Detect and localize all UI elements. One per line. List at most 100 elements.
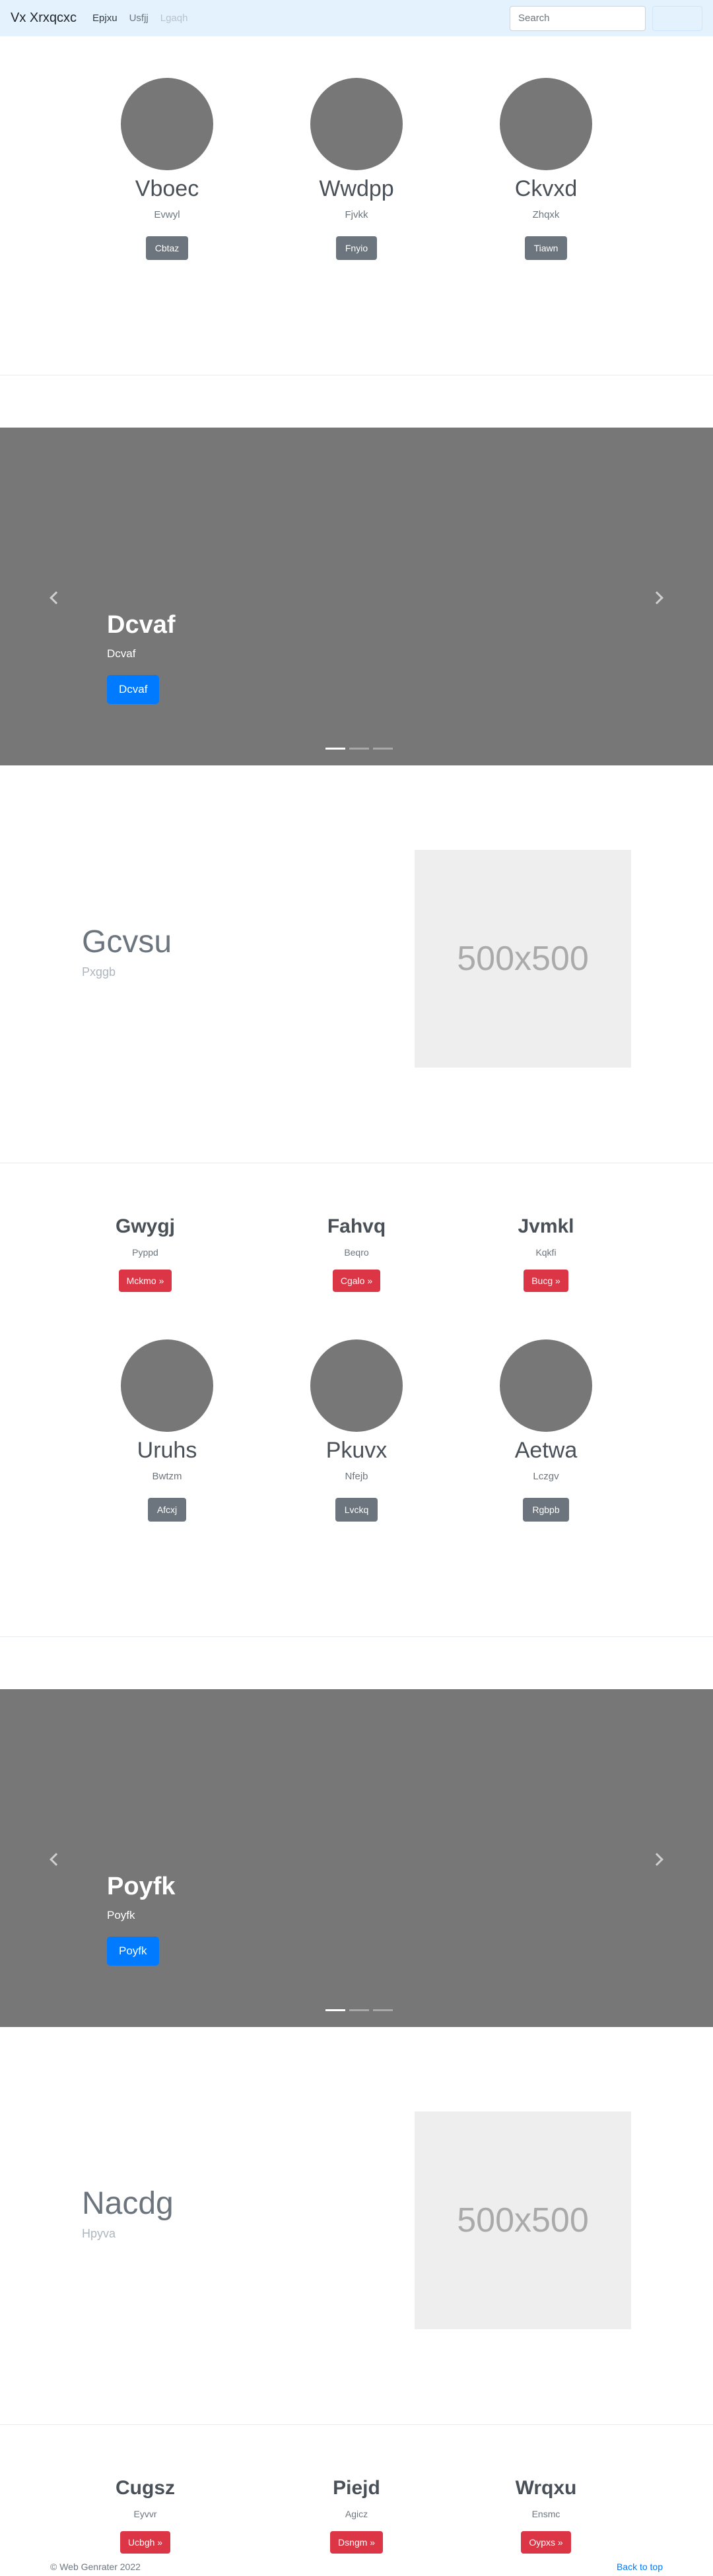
carousel-indicator[interactable] — [373, 748, 393, 750]
search-input[interactable] — [510, 5, 646, 31]
chevron-left-icon — [50, 1853, 63, 1866]
carousel-prev-button[interactable] — [46, 1852, 63, 1867]
carousel: Dcvaf Dcvaf Dcvaf — [0, 428, 713, 765]
search-button[interactable] — [652, 5, 702, 31]
feature-card: Uruhs Bwtzm Afcxj — [88, 1339, 246, 1522]
carousel-indicator[interactable] — [349, 748, 369, 750]
column-button[interactable]: Ucbgh » — [119, 2531, 171, 2554]
feature-title: Wwdpp — [319, 176, 394, 201]
column-button[interactable]: Bucg » — [524, 1270, 568, 1292]
carousel: Poyfk Poyfk Poyfk — [0, 1689, 713, 2027]
feature-text: Bwtzm — [152, 1470, 182, 1482]
carousel-caption: Dcvaf Dcvaf Dcvaf — [107, 611, 176, 704]
feature-text: Zhqxk — [532, 209, 560, 220]
featurette-lead: Pxggb — [82, 965, 116, 979]
feature-button[interactable]: Lvckq — [335, 1497, 378, 1522]
feature-title: Aetwa — [514, 1438, 578, 1463]
featurette-lead: Hpyva — [82, 2227, 116, 2240]
featurette-heading: Nacdg — [82, 2186, 174, 2221]
column-text: Kqkfi — [535, 1247, 557, 1258]
feature-button[interactable]: Tiawn — [524, 236, 568, 260]
featurette-heading: Gcvsu — [82, 924, 172, 959]
carousel-indicator[interactable] — [349, 2009, 369, 2011]
column-text: Pyppd — [132, 1247, 158, 1258]
chevron-left-icon — [50, 591, 63, 604]
carousel-caption: Poyfk Poyfk Poyfk — [107, 1873, 175, 1966]
column-button[interactable]: Oypxs » — [521, 2531, 571, 2554]
carousel-indicators — [323, 748, 395, 750]
feature-text: Evwyl — [154, 209, 180, 220]
feature-text: Nfejb — [345, 1470, 368, 1482]
navbar: Vx Xrxqcxc Epjxu Usfjj Lgaqh — [0, 0, 713, 36]
feature-card: Aetwa Lczgv Rgbpb — [467, 1339, 625, 1522]
divider — [0, 2424, 713, 2425]
text-column: Cugsz Eyvvr Ucbgh » — [66, 2477, 224, 2554]
feature-title: Pkuvx — [325, 1438, 388, 1463]
feature-title: Ckvxd — [514, 176, 578, 201]
text-column: Wrqxu Ensmc Oypxs » — [467, 2477, 625, 2554]
feature-card: Wwdpp Fjvkk Fnyio — [277, 78, 436, 260]
carousel-button[interactable]: Poyfk — [107, 1937, 159, 1966]
feature-text: Fjvkk — [345, 209, 368, 220]
back-to-top-link[interactable]: Back to top — [617, 2561, 663, 2572]
chevron-right-icon — [650, 1853, 663, 1866]
feature-text: Lczgv — [533, 1470, 559, 1482]
feature-card: Vboec Evwyl Cbtaz — [88, 78, 246, 260]
brand[interactable]: Vx Xrxqcxc — [11, 11, 77, 26]
column-heading: Jvmkl — [518, 1215, 574, 1237]
footer-copyright: © Web Genrater 2022 — [50, 2561, 141, 2572]
nav-link-3-disabled: Lgaqh — [160, 13, 188, 24]
carousel-heading: Poyfk — [107, 1873, 176, 1900]
divider — [0, 1636, 713, 1637]
column-button[interactable]: Dsngm » — [329, 2531, 384, 2554]
column-text: Beqro — [344, 1247, 369, 1258]
column-heading: Wrqxu — [515, 2477, 577, 2499]
text-column: Fahvq Beqro Cgalo » — [277, 1215, 436, 1292]
carousel-indicator[interactable] — [325, 2009, 345, 2011]
column-button[interactable]: Mckmo » — [118, 1270, 172, 1292]
column-text: Agicz — [345, 2509, 368, 2519]
column-heading: Piejd — [333, 2477, 380, 2499]
feature-title: Vboec — [135, 176, 199, 201]
placeholder-circle — [310, 78, 403, 170]
carousel-text: Dcvaf — [107, 647, 136, 660]
column-heading: Gwygj — [115, 1215, 175, 1237]
carousel-heading: Dcvaf — [107, 611, 176, 639]
placeholder-circle — [121, 1339, 213, 1432]
feature-card: Pkuvx Nfejb Lvckq — [277, 1339, 436, 1522]
column-text: Ensmc — [531, 2509, 560, 2519]
featurette-text: Nacdg Hpyva — [82, 2185, 174, 2241]
carousel-next-button[interactable] — [650, 590, 667, 606]
column-heading: Fahvq — [327, 1215, 386, 1237]
carousel-indicator[interactable] — [325, 748, 345, 750]
placeholder-image: 500x500 — [415, 850, 631, 1068]
carousel-button[interactable]: Dcvaf — [107, 675, 160, 704]
carousel-next-button[interactable] — [650, 1852, 667, 1867]
carousel-prev-button[interactable] — [46, 590, 63, 606]
feature-button[interactable]: Cbtaz — [145, 236, 189, 260]
placeholder-circle — [121, 78, 213, 170]
placeholder-circle — [500, 1339, 592, 1432]
feature-button[interactable]: Afcxj — [147, 1497, 187, 1522]
nav-link-2[interactable]: Usfjj — [129, 13, 149, 24]
column-button[interactable]: Cgalo » — [332, 1270, 381, 1292]
nav-link-1[interactable]: Epjxu — [92, 13, 118, 24]
placeholder-circle — [500, 78, 592, 170]
carousel-text: Poyfk — [107, 1909, 135, 1921]
carousel-indicators — [323, 2009, 395, 2011]
placeholder-circle — [310, 1339, 403, 1432]
text-column: Jvmkl Kqkfi Bucg » — [467, 1215, 625, 1292]
carousel-indicator[interactable] — [373, 2009, 393, 2011]
feature-card: Ckvxd Zhqxk Tiawn — [467, 78, 625, 260]
feature-button[interactable]: Fnyio — [335, 236, 378, 260]
column-text: Eyvvr — [133, 2509, 157, 2519]
search-form — [510, 5, 702, 31]
column-heading: Cugsz — [116, 2477, 175, 2499]
feature-button[interactable]: Rgbpb — [523, 1497, 569, 1522]
placeholder-image: 500x500 — [415, 2111, 631, 2329]
featurette-text: Gcvsu Pxggb — [82, 924, 172, 979]
text-column: Piejd Agicz Dsngm » — [277, 2477, 436, 2554]
feature-title: Uruhs — [137, 1438, 197, 1463]
text-column: Gwygj Pyppd Mckmo » — [66, 1215, 224, 1292]
chevron-right-icon — [650, 591, 663, 604]
